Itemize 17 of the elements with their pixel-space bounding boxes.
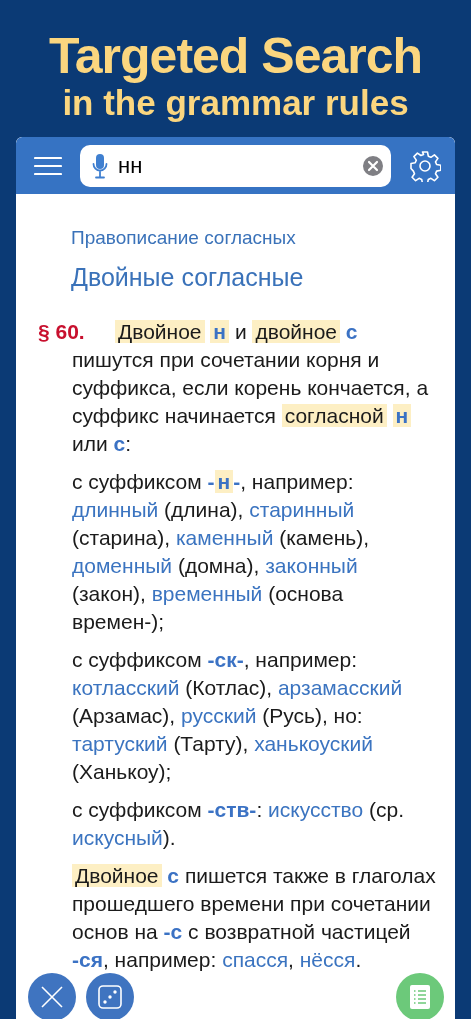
rule-paragraph: с суффиксом -ск-, например: котласский (Котлас), арзамасский (Арзамас), русский (Русь), но: тартуский (Тарту), ханькоуский (Ханькоу);: [72, 647, 404, 786]
list-icon: [409, 984, 431, 1010]
settings-icon[interactable]: [409, 149, 441, 182]
dice-icon: [98, 985, 122, 1009]
rule-paragraph: с суффиксом -н-, например: длинный (длина), старинный (старина), каменный (камень), доменный (домна), законный (закон), временный (основа времен-);: [72, 469, 370, 636]
paragraph-number: § 60.: [38, 319, 85, 346]
banner-subtitle: in the grammar rules: [62, 84, 410, 122]
section-heading: Правописание согласных: [71, 226, 297, 251]
search-field[interactable]: нн: [80, 144, 391, 187]
clear-icon[interactable]: [363, 155, 383, 176]
rule-paragraph: Двойное с пишется также в глаголах прошедшего времени при сочетании основ на -с с возвратной частицей -ся, например: спасся, нёсся.: [72, 863, 437, 974]
close-icon: [40, 985, 64, 1009]
banner-title: Targeted Search: [47, 27, 424, 83]
article-title: Двойные согласные: [71, 261, 305, 293]
menu-icon[interactable]: [34, 155, 62, 176]
microphone-icon[interactable]: [92, 152, 108, 179]
rule-paragraph: с суффиксом -ств-: искусство (ср. искусный).: [72, 797, 406, 852]
